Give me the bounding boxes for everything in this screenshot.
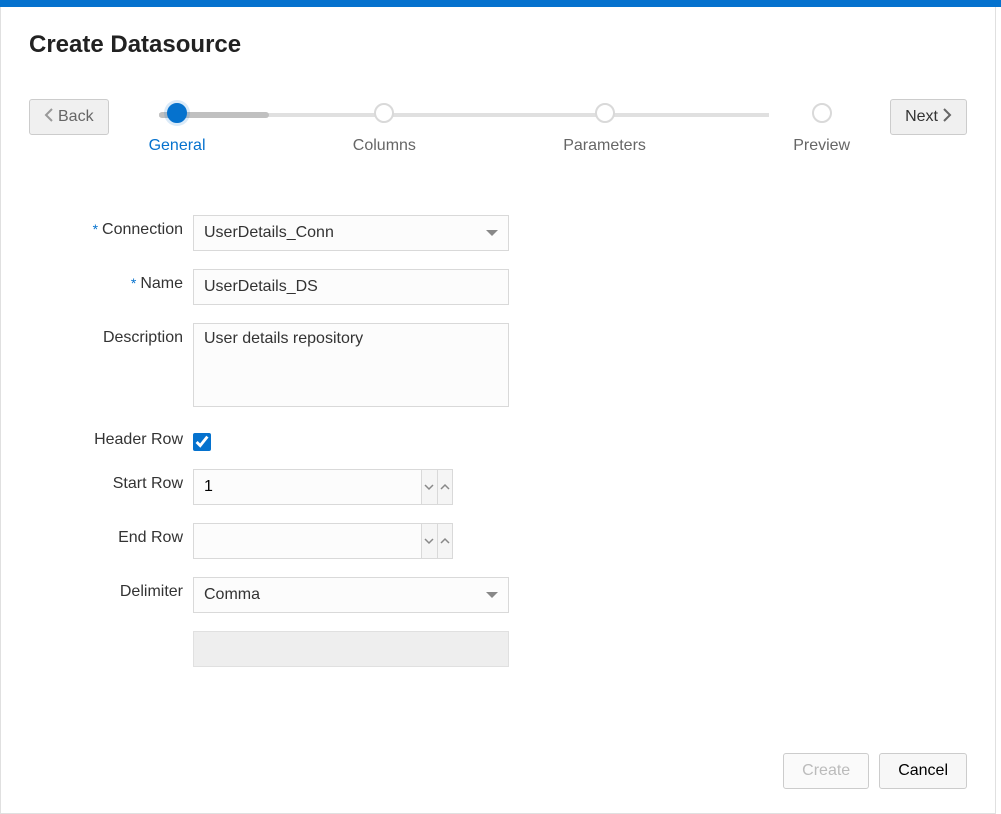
end-row-increment[interactable] — [437, 524, 453, 558]
label-name: *Name — [29, 269, 193, 293]
row-start-row: Start Row — [29, 469, 967, 505]
stepper: General Columns Parameters Preview — [109, 99, 891, 155]
next-button-label: Next — [905, 108, 938, 126]
delimiter-value: Comma — [204, 586, 260, 604]
step-label: Parameters — [563, 137, 646, 155]
row-disabled — [29, 631, 967, 667]
next-button[interactable]: Next — [890, 99, 967, 135]
end-row-spinner — [193, 523, 453, 559]
label-description: Description — [29, 323, 193, 347]
cancel-button[interactable]: Cancel — [879, 753, 967, 789]
end-row-decrement[interactable] — [421, 524, 437, 558]
step-circle-icon — [595, 103, 615, 123]
chevron-down-icon — [424, 478, 434, 496]
row-name: *Name — [29, 269, 967, 305]
label-end-row: End Row — [29, 523, 193, 547]
footer-buttons: Create Cancel — [783, 753, 967, 789]
step-circle-icon — [167, 103, 187, 123]
end-row-input[interactable] — [194, 524, 421, 558]
caret-down-icon — [486, 230, 498, 236]
description-textarea[interactable] — [193, 323, 509, 407]
label-delimiter: Delimiter — [29, 577, 193, 601]
label-start-row: Start Row — [29, 469, 193, 493]
step-label: General — [149, 137, 206, 155]
step-preview[interactable]: Preview — [793, 103, 850, 155]
row-end-row: End Row — [29, 523, 967, 559]
form-area: *Connection UserDetails_Conn *Name Descr… — [29, 215, 967, 667]
step-general[interactable]: General — [149, 103, 206, 155]
chevron-right-icon — [942, 108, 952, 127]
chevron-down-icon — [424, 532, 434, 550]
label-header-row: Header Row — [29, 425, 193, 449]
step-circle-icon — [812, 103, 832, 123]
row-header-row: Header Row — [29, 425, 967, 451]
step-circle-icon — [374, 103, 394, 123]
step-label: Columns — [353, 137, 416, 155]
delimiter-select[interactable]: Comma — [193, 577, 509, 613]
back-button-label: Back — [58, 108, 94, 126]
step-parameters[interactable]: Parameters — [563, 103, 646, 155]
chevron-up-icon — [440, 532, 450, 550]
chevron-up-icon — [440, 478, 450, 496]
row-description: Description — [29, 323, 967, 407]
disabled-field — [193, 631, 509, 667]
dialog-container: Create Datasource Back General Columns P… — [0, 7, 996, 814]
top-accent-bar — [0, 0, 1001, 7]
name-input[interactable] — [193, 269, 509, 305]
start-row-spinner — [193, 469, 453, 505]
header-row-checkbox[interactable] — [193, 433, 211, 451]
start-row-decrement[interactable] — [421, 470, 437, 504]
back-button[interactable]: Back — [29, 99, 109, 135]
connection-value: UserDetails_Conn — [204, 224, 334, 242]
row-connection: *Connection UserDetails_Conn — [29, 215, 967, 251]
create-button[interactable]: Create — [783, 753, 869, 789]
step-label: Preview — [793, 137, 850, 155]
start-row-increment[interactable] — [437, 470, 453, 504]
label-connection: *Connection — [29, 215, 193, 239]
wizard-row: Back General Columns Parameters Preview — [29, 99, 967, 155]
required-marker-icon: * — [131, 275, 136, 291]
row-delimiter: Delimiter Comma — [29, 577, 967, 613]
start-row-input[interactable] — [194, 470, 421, 504]
page-title: Create Datasource — [29, 31, 967, 59]
step-columns[interactable]: Columns — [353, 103, 416, 155]
connection-select[interactable]: UserDetails_Conn — [193, 215, 509, 251]
label-empty — [29, 631, 193, 637]
chevron-left-icon — [44, 108, 54, 127]
caret-down-icon — [486, 592, 498, 598]
required-marker-icon: * — [93, 221, 98, 237]
